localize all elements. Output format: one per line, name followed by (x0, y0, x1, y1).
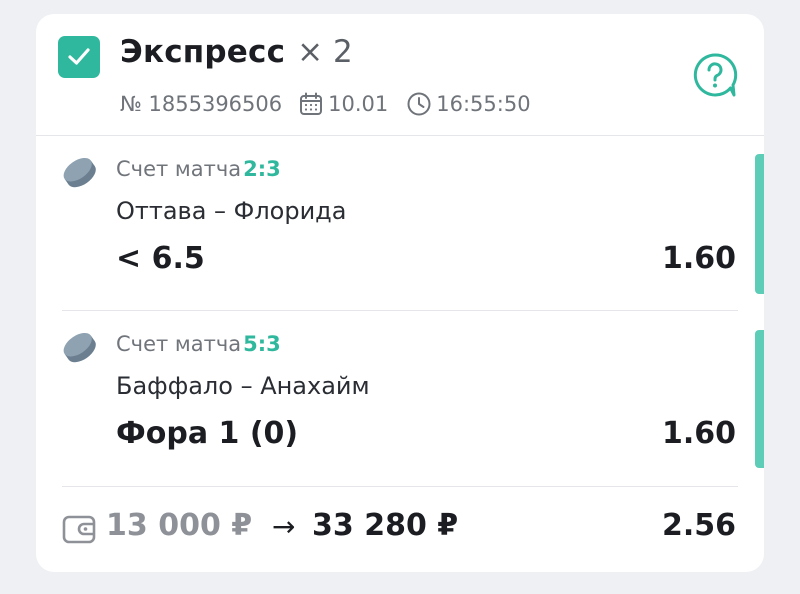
calendar-icon (300, 92, 323, 115)
stake-amount: 13 000 ₽ (106, 508, 253, 543)
check-icon (68, 48, 90, 65)
hockey-puck-icon (63, 332, 96, 363)
match-teams: Оттава – Флорида (116, 197, 347, 225)
bet-event-1[interactable]: Счет матча2:3 Оттава – Флорида < 6.5 1.6… (36, 139, 764, 314)
bet-summary: 13 000 ₽ → 33 280 ₽ 2.56 (36, 490, 764, 572)
bet-time: 16:55:50 (406, 91, 531, 117)
bet-date-value: 10.01 (328, 92, 389, 116)
help-button[interactable] (692, 52, 738, 98)
header-divider (36, 135, 764, 136)
footer-divider (62, 486, 738, 487)
bet-number: № 1855396506 (120, 92, 283, 116)
bet-header: Экспресс × 2 № 1855396506 10.01 16:55:50 (36, 14, 764, 134)
bet-odds: 1.60 (661, 416, 736, 451)
total-odds: 2.56 (661, 508, 736, 543)
bet-time-value: 16:55:50 (436, 92, 531, 116)
event-status-bar (755, 154, 764, 294)
match-score-line: Счет матча2:3 (116, 157, 281, 181)
bet-meta: № 1855396506 10.01 16:55:50 (120, 90, 531, 118)
arrow-icon: → (272, 510, 296, 543)
question-icon (693, 53, 738, 97)
hockey-puck-icon (63, 157, 96, 188)
match-teams: Баффало – Анахайм (116, 372, 370, 400)
bet-divider (62, 310, 738, 311)
match-score: 2:3 (243, 157, 281, 181)
score-label: Счет матча (116, 157, 242, 181)
wallet-icon (62, 515, 96, 544)
match-score: 5:3 (243, 332, 281, 356)
bet-outcome: Фора 1 (0) (116, 416, 299, 451)
bet-select-checkbox[interactable] (58, 36, 100, 78)
bet-title-row: Экспресс × 2 (120, 34, 353, 78)
event-status-bar (755, 330, 764, 468)
clock-icon (407, 92, 431, 116)
payout-amount: 33 280 ₽ (312, 508, 459, 543)
bet-odds: 1.60 (661, 241, 736, 276)
bet-type-title: Экспресс (120, 34, 286, 70)
bet-date: 10.01 (298, 91, 388, 117)
match-score-line: Счет матча5:3 (116, 332, 281, 356)
events-count: × 2 (297, 34, 353, 70)
bet-outcome: < 6.5 (116, 241, 205, 276)
express-bet-card: Экспресс × 2 № 1855396506 10.01 16:55:50… (36, 14, 764, 572)
score-label: Счет матча (116, 332, 242, 356)
bet-event-2[interactable]: Счет матча5:3 Баффало – Анахайм Фора 1 (… (36, 314, 764, 489)
